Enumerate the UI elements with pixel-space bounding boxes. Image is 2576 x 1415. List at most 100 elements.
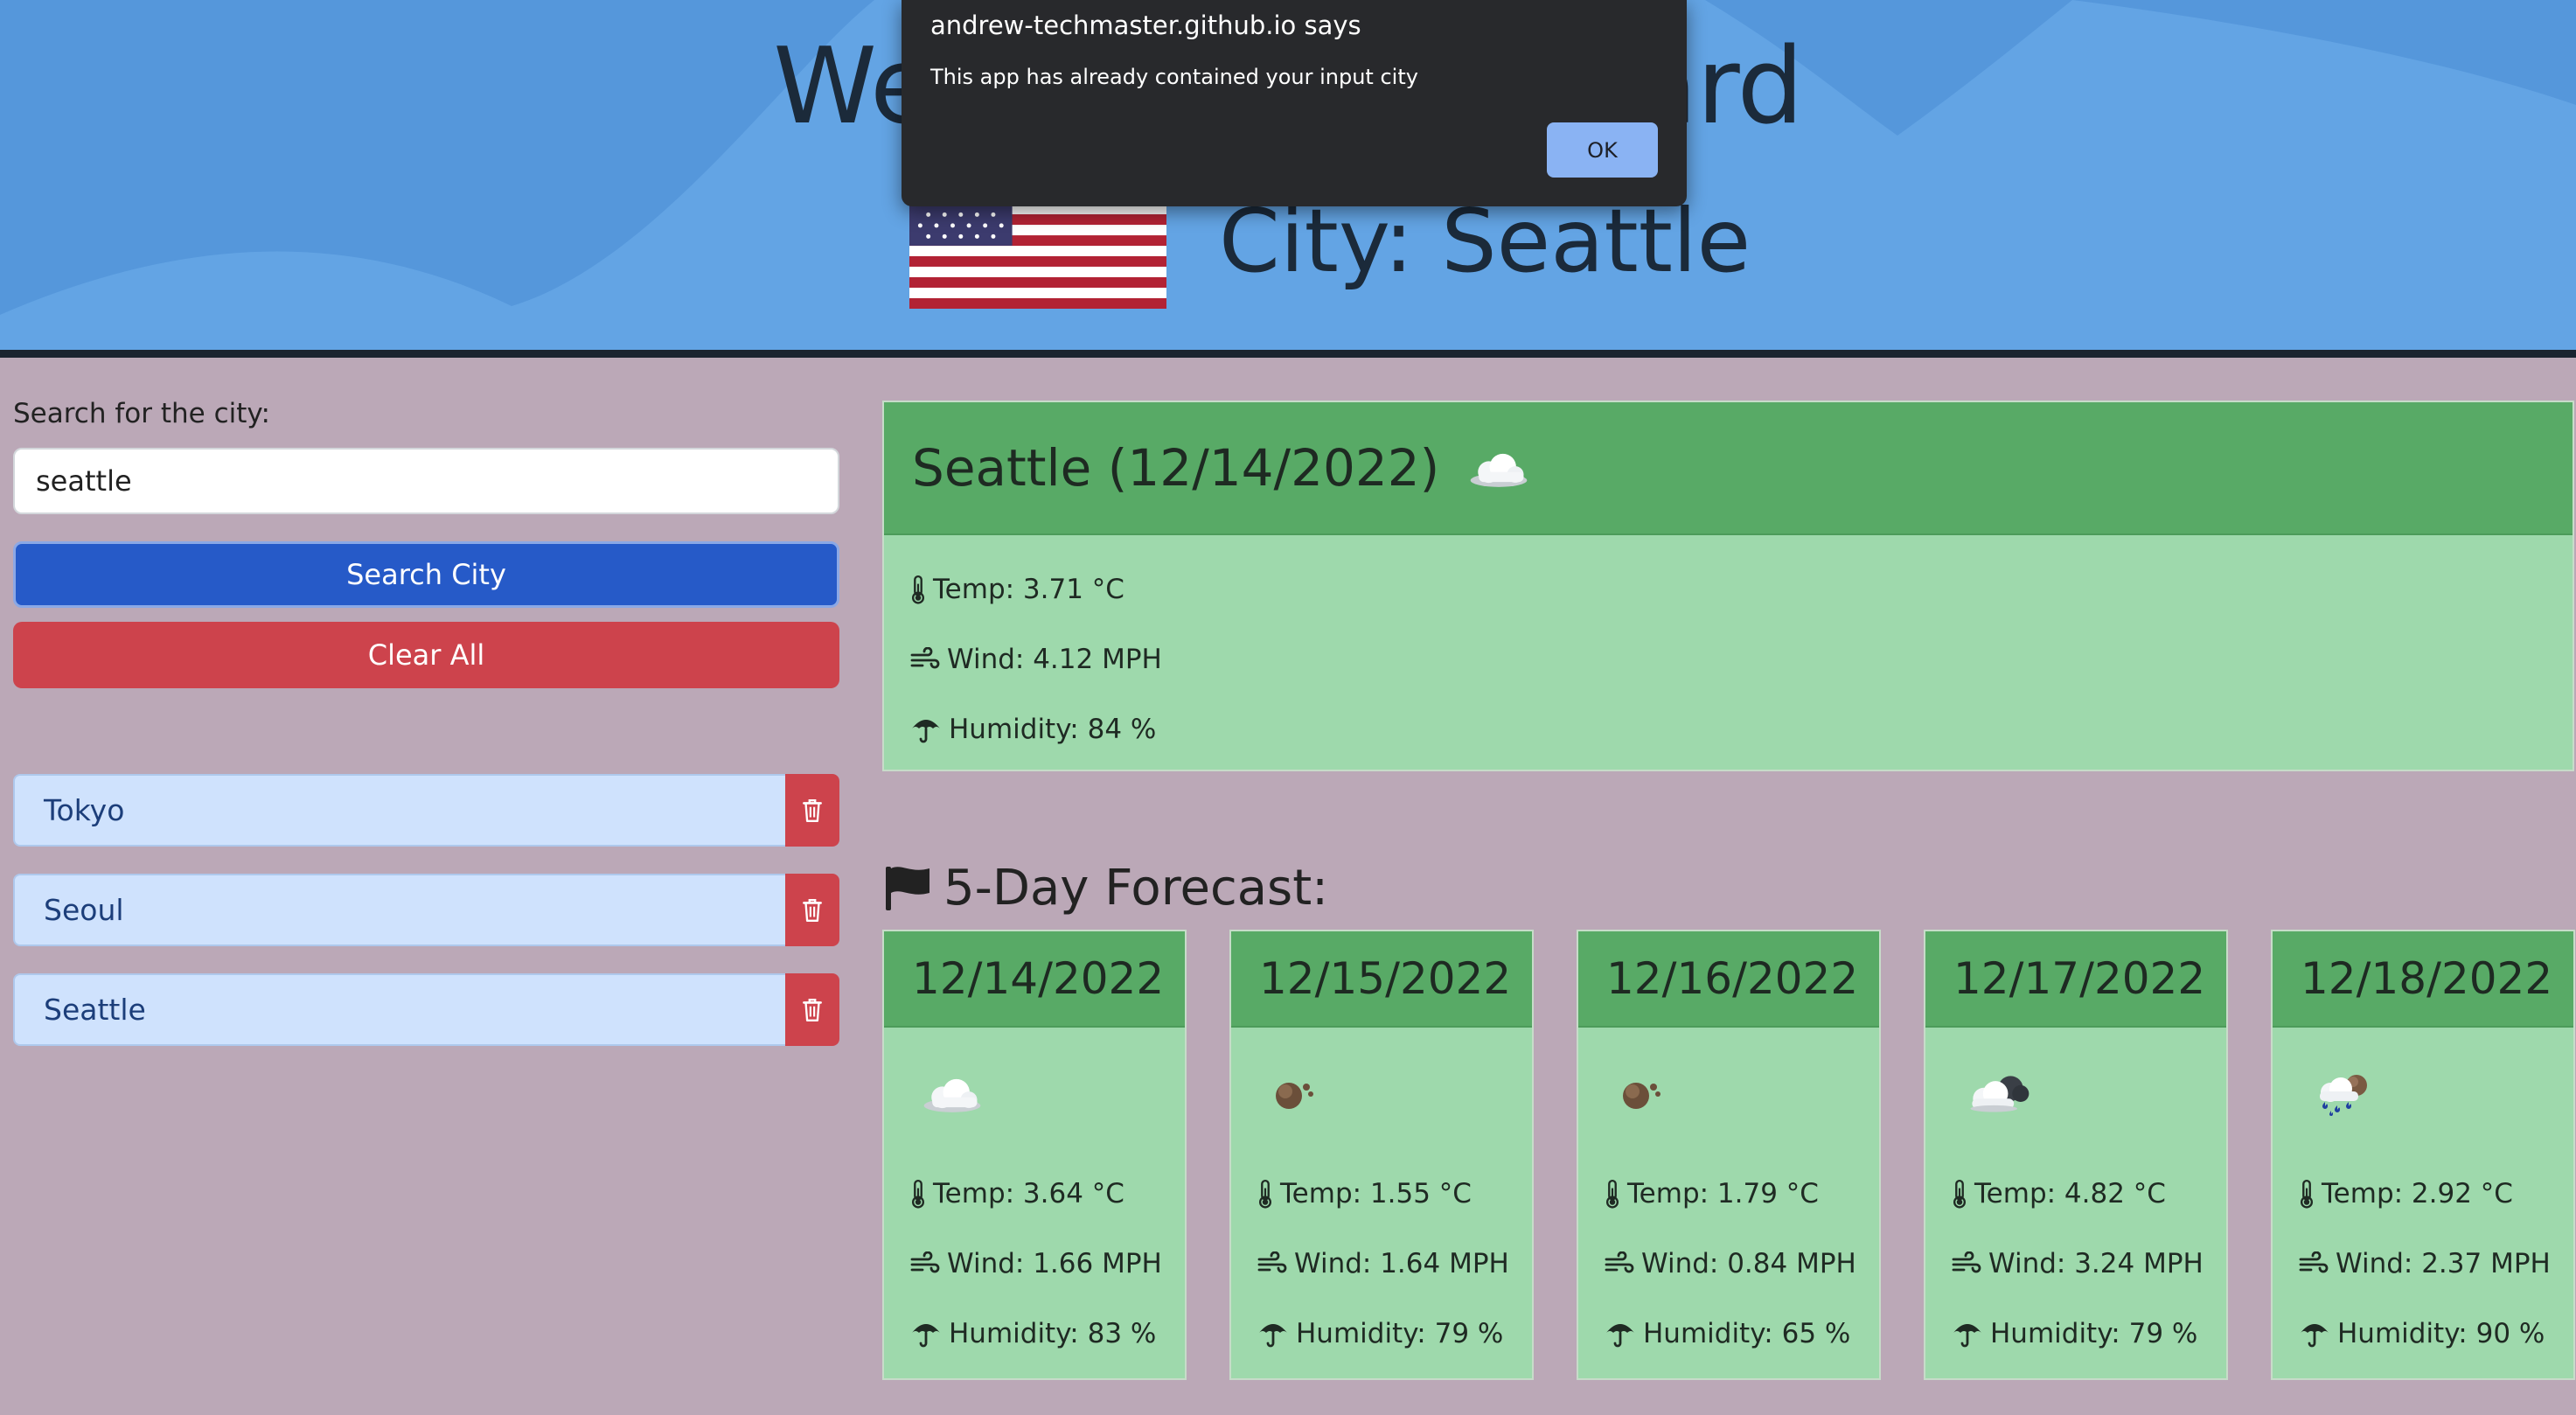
history-item-seattle[interactable]: Seattle [13, 973, 839, 1046]
forecast-wind-value: Wind: 2.37 MPH [2336, 1248, 2551, 1279]
wind-icon [1605, 1251, 1634, 1276]
forecast-icon-wrap [1231, 1028, 1532, 1159]
forecast-card-header: 12/17/2022 [1925, 931, 2226, 1028]
forecast-heading-label: 5-Day Forecast: [943, 859, 1329, 917]
current-wind-value: Wind: 4.12 MPH [947, 644, 1162, 675]
forecast-humidity: Humidity: 79 % [1952, 1299, 2226, 1369]
history-city-label[interactable]: Seoul [44, 875, 124, 944]
forecast-icon-wrap [2273, 1028, 2573, 1159]
thermometer-icon [1605, 1179, 1620, 1209]
search-city-button[interactable]: Search City [13, 541, 839, 608]
forecast-card-day-1: 12/14/2022 Temp: 3.64 °C Wind: 1.66 MPH … [882, 930, 1187, 1380]
broken-clouds-icon [1960, 1070, 2036, 1117]
wind-icon [1952, 1251, 1981, 1276]
alert-origin: andrew-techmaster.github.io says [930, 10, 1361, 40]
current-temp: Temp: 3.71 °C [910, 554, 2573, 624]
umbrella-icon [910, 714, 942, 744]
history-item-tokyo[interactable]: Tokyo [13, 774, 839, 847]
thermometer-icon [1952, 1179, 1967, 1209]
forecast-temp-value: Temp: 3.64 °C [933, 1178, 1124, 1209]
forecast-heading: 5-Day Forecast: [882, 853, 1328, 923]
thermometer-icon [910, 1179, 926, 1209]
rain-icon [2308, 1070, 2378, 1118]
current-humidity: Humidity: 84 % [910, 694, 2573, 764]
forecast-wind-value: Wind: 3.24 MPH [1988, 1248, 2204, 1279]
forecast-temp-value: Temp: 1.79 °C [1627, 1178, 1819, 1209]
trash-icon [801, 997, 824, 1023]
forecast-temp: Temp: 1.79 °C [1605, 1159, 1879, 1229]
forecast-card-header: 12/15/2022 [1231, 931, 1532, 1028]
umbrella-icon [910, 1319, 942, 1349]
umbrella-icon [1605, 1319, 1636, 1349]
forecast-wind: Wind: 3.24 MPH [1952, 1229, 2226, 1299]
forecast-date: 12/18/2022 [2301, 953, 2553, 1004]
forecast-temp: Temp: 2.92 °C [2299, 1159, 2573, 1229]
forecast-wind-value: Wind: 1.64 MPH [1294, 1248, 1509, 1279]
forecast-icon-wrap [884, 1028, 1185, 1159]
delete-city-button[interactable] [785, 874, 839, 946]
forecast-wind: Wind: 1.66 MPH [910, 1229, 1185, 1299]
forecast-humidity-value: Humidity: 79 % [1296, 1318, 1504, 1349]
forecast-humidity: Humidity: 65 % [1605, 1299, 1879, 1369]
forecast-wind: Wind: 0.84 MPH [1605, 1229, 1879, 1299]
forecast-stats: Temp: 1.79 °C Wind: 0.84 MPH Humidity: 6… [1578, 1159, 1879, 1369]
delete-city-button[interactable] [785, 774, 839, 847]
forecast-temp-value: Temp: 4.82 °C [1974, 1178, 2166, 1209]
forecast-stats: Temp: 3.64 °C Wind: 1.66 MPH Humidity: 8… [884, 1159, 1185, 1369]
forecast-humidity-value: Humidity: 83 % [949, 1318, 1157, 1349]
search-input[interactable] [13, 448, 839, 514]
clear-all-button[interactable]: Clear All [13, 622, 839, 688]
trash-icon [801, 798, 824, 824]
forecast-card-header: 12/16/2022 [1578, 931, 1879, 1028]
forecast-temp: Temp: 1.55 °C [1257, 1159, 1532, 1229]
forecast-card-day-2: 12/15/2022 Temp: 1.55 °C Wind: 1.64 MPH … [1229, 930, 1534, 1380]
current-humidity-value: Humidity: 84 % [949, 714, 1157, 745]
forecast-temp: Temp: 3.64 °C [910, 1159, 1185, 1229]
history-item-seoul[interactable]: Seoul [13, 874, 839, 946]
forecast-stats: Temp: 2.92 °C Wind: 2.37 MPH Humidity: 9… [2273, 1159, 2573, 1369]
forecast-stats: Temp: 4.82 °C Wind: 3.24 MPH Humidity: 7… [1925, 1159, 2226, 1369]
current-temp-value: Temp: 3.71 °C [933, 574, 1124, 605]
forecast-card-day-3: 12/16/2022 Temp: 1.79 °C Wind: 0.84 MPH … [1577, 930, 1881, 1380]
umbrella-icon [2299, 1319, 2330, 1349]
wind-icon [1257, 1251, 1287, 1276]
wind-icon [910, 1251, 940, 1276]
overcast-icon [1613, 1071, 1666, 1115]
current-weather-stats: Temp: 3.71 °C Wind: 4.12 MPH Humidity: 8… [884, 535, 2573, 764]
alert-message: This app has already contained your inpu… [930, 65, 1418, 89]
forecast-icon-wrap [1925, 1028, 2226, 1159]
search-label: Search for the city: [13, 398, 270, 429]
forecast-humidity: Humidity: 83 % [910, 1299, 1185, 1369]
delete-city-button[interactable] [785, 973, 839, 1046]
forecast-wind: Wind: 2.37 MPH [2299, 1229, 2573, 1299]
current-weather-header: Seattle (12/14/2022) [884, 402, 2573, 535]
flag-icon [886, 867, 929, 910]
overcast-icon [1266, 1071, 1319, 1115]
forecast-date: 12/15/2022 [1259, 953, 1512, 1004]
umbrella-icon [1257, 1319, 1289, 1349]
current-wind: Wind: 4.12 MPH [910, 624, 2573, 694]
forecast-card-day-5: 12/18/2022 Temp: 2.92 °C Wind: 2.37 MPH … [2271, 930, 2575, 1380]
thermometer-icon [1257, 1179, 1273, 1209]
wind-icon [2299, 1251, 2329, 1276]
history-city-label[interactable]: Seattle [44, 975, 146, 1044]
forecast-wind-value: Wind: 0.84 MPH [1641, 1248, 1856, 1279]
wind-icon [910, 647, 940, 672]
thermometer-icon [910, 575, 926, 604]
cloud-icon [919, 1072, 985, 1114]
forecast-humidity: Humidity: 79 % [1257, 1299, 1532, 1369]
current-weather-title: Seattle (12/14/2022) [912, 438, 1440, 498]
thermometer-icon [2299, 1179, 2315, 1209]
forecast-date: 12/14/2022 [912, 953, 1165, 1004]
umbrella-icon [1952, 1319, 1983, 1349]
forecast-card-day-4: 12/17/2022 Temp: 4.82 °C Wind: 3.24 MPH … [1924, 930, 2228, 1380]
current-weather-card: Seattle (12/14/2022) Temp: 3.71 °C Wind:… [882, 401, 2574, 771]
forecast-temp-value: Temp: 2.92 °C [2322, 1178, 2513, 1209]
alert-ok-button[interactable]: OK [1547, 122, 1658, 178]
forecast-humidity: Humidity: 90 % [2299, 1299, 2573, 1369]
history-city-label[interactable]: Tokyo [44, 776, 124, 845]
forecast-temp-value: Temp: 1.55 °C [1280, 1178, 1472, 1209]
search-history-list: Tokyo Seoul Seattle [13, 774, 839, 1046]
forecast-temp: Temp: 4.82 °C [1952, 1159, 2226, 1229]
forecast-humidity-value: Humidity: 65 % [1643, 1318, 1851, 1349]
